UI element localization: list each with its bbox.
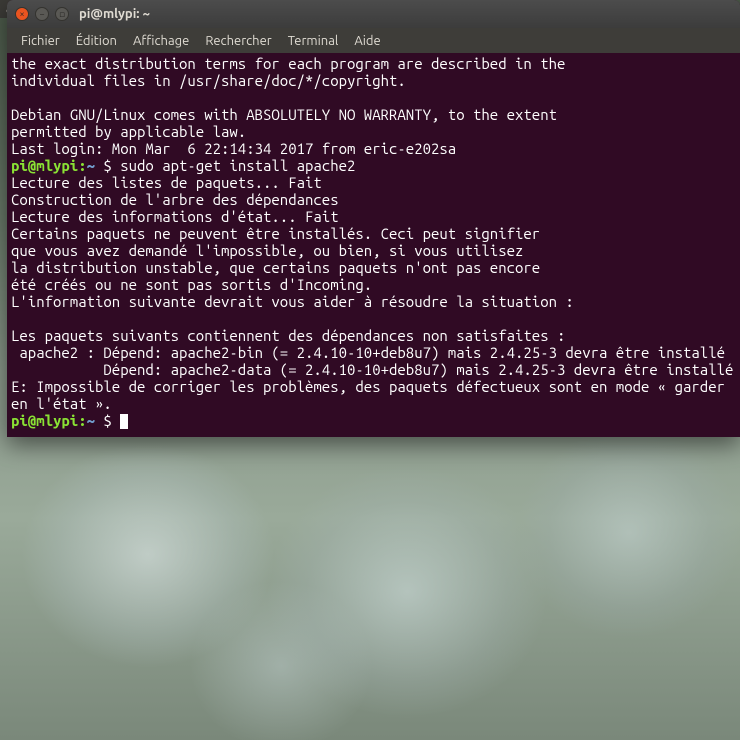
menu-aide[interactable]: Aide xyxy=(346,31,388,51)
prompt-userhost: pi@mlypi xyxy=(11,412,78,429)
menu-fichier[interactable]: Fichier xyxy=(13,31,68,51)
terminal-window: × − ▫ pi@mlypi: ~ Fichier Édition Affich… xyxy=(7,0,740,437)
menubar: Fichier Édition Affichage Rechercher Ter… xyxy=(7,28,740,53)
terminal-output[interactable]: the exact distribution terms for each pr… xyxy=(7,53,740,437)
command-text: sudo apt-get install apache2 xyxy=(120,157,355,174)
close-button[interactable]: × xyxy=(15,7,29,21)
prompt-sigil: $ xyxy=(103,412,111,429)
cursor xyxy=(120,414,128,429)
menu-terminal[interactable]: Terminal xyxy=(280,31,347,51)
menu-rechercher[interactable]: Rechercher xyxy=(197,31,279,51)
prompt-userhost: pi@mlypi xyxy=(11,157,78,174)
menu-affichage[interactable]: Affichage xyxy=(125,31,197,51)
window-title: pi@mlypi: ~ xyxy=(79,7,150,21)
prompt-sigil: $ xyxy=(103,157,111,174)
minimize-button[interactable]: − xyxy=(35,7,49,21)
apt-output: Lecture des listes de paquets... Fait Co… xyxy=(11,174,733,412)
titlebar[interactable]: × − ▫ pi@mlypi: ~ xyxy=(7,0,740,28)
motd-text: the exact distribution terms for each pr… xyxy=(11,55,565,157)
prompt-path: ~ xyxy=(87,412,95,429)
menu-edition[interactable]: Édition xyxy=(68,31,125,51)
prompt-path: ~ xyxy=(87,157,95,174)
prompt-sep: : xyxy=(78,412,86,429)
prompt-sep: : xyxy=(78,157,86,174)
maximize-button[interactable]: ▫ xyxy=(55,7,69,21)
